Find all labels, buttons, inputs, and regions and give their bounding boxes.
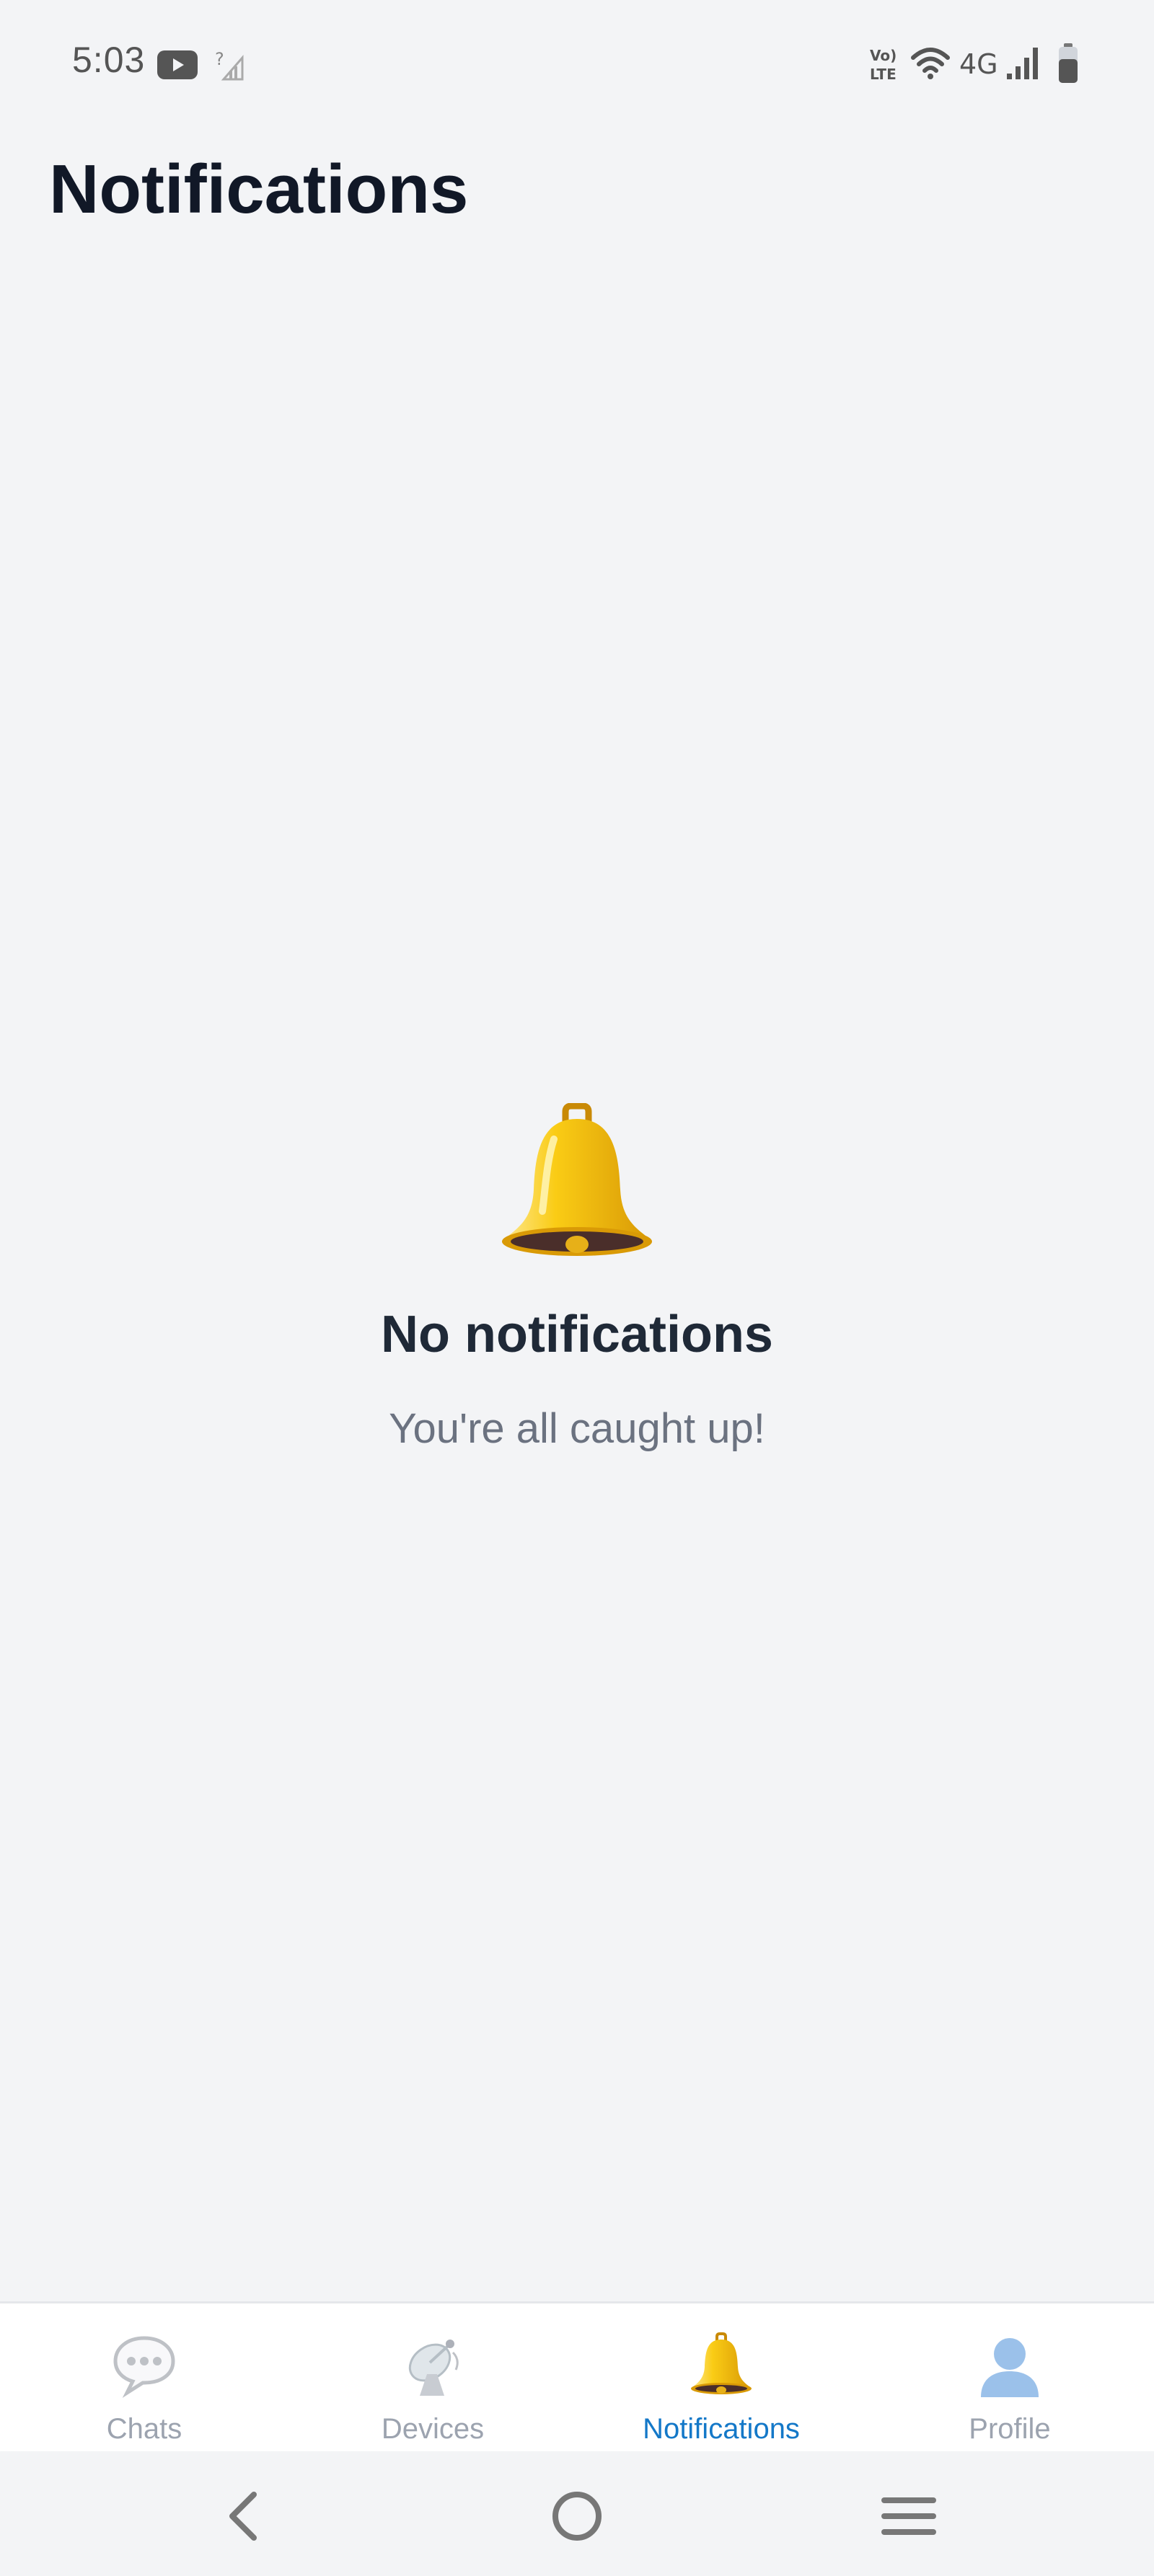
recents-menu-icon[interactable] [873, 2480, 945, 2552]
empty-state-title: No notifications [381, 1306, 773, 1363]
back-icon[interactable] [209, 2480, 281, 2552]
status-time: 5:03 [72, 40, 146, 80]
tab-chats[interactable]: Chats [0, 2303, 288, 2451]
svg-text:4G: 4G [959, 48, 997, 79]
battery-icon [1059, 43, 1078, 83]
bell-icon [502, 1103, 652, 1256]
wifi-icon [911, 48, 950, 79]
no-sim-signal-icon: ? [215, 49, 244, 81]
tab-notifications[interactable]: Notifications [577, 2303, 865, 2451]
tab-devices-label: Devices [381, 2413, 485, 2445]
svg-text:LTE: LTE [870, 66, 897, 83]
tab-notifications-label: Notifications [643, 2413, 800, 2445]
tab-profile-label: Profile [969, 2413, 1051, 2445]
network-4g-icon: 4G [959, 48, 997, 79]
tab-devices[interactable]: Devices [288, 2303, 577, 2451]
satellite-dish-icon [408, 2340, 459, 2396]
youtube-icon [157, 50, 198, 79]
tab-profile[interactable]: Profile [865, 2303, 1154, 2451]
speech-bubble-icon [113, 2336, 175, 2398]
page-title: Notifications [49, 151, 469, 228]
volte-icon: Vo) LTE [870, 47, 897, 83]
status-bar: 5:03 ? Vo) LTE 4G [0, 0, 1154, 130]
cell-signal-icon [1007, 48, 1038, 79]
bottom-nav: Chats Devices Notifications Profile [0, 2301, 1154, 2451]
tab-chats-label: Chats [106, 2413, 182, 2445]
svg-text:?: ? [215, 49, 224, 69]
system-nav-bar [0, 2451, 1154, 2576]
bell-icon [691, 2332, 752, 2394]
user-silhouette-icon [981, 2338, 1039, 2397]
empty-state: No notifications You're all caught up! [0, 1103, 1154, 1453]
home-icon[interactable] [541, 2480, 613, 2552]
svg-text:Vo): Vo) [870, 47, 897, 64]
empty-state-subtitle: You're all caught up! [389, 1405, 765, 1452]
